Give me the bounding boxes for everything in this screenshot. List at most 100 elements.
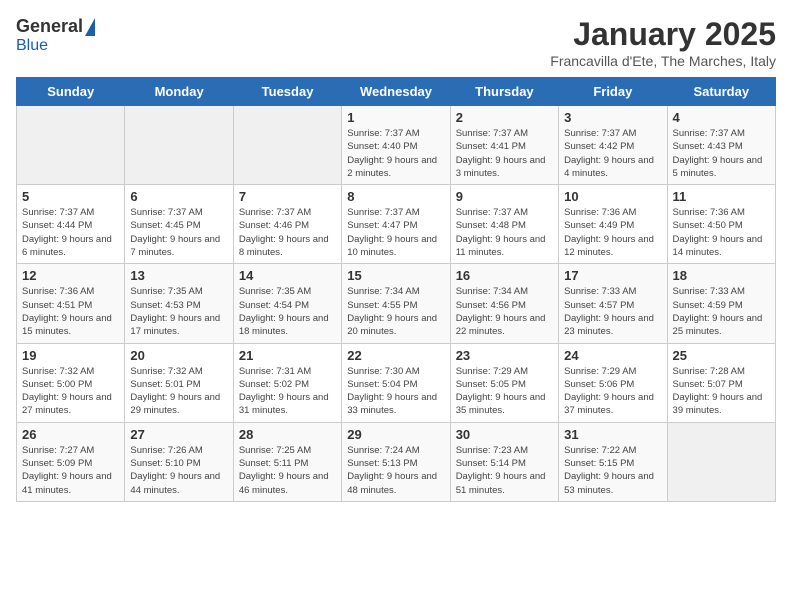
calendar-cell: 9Sunrise: 7:37 AMSunset: 4:48 PMDaylight…	[450, 185, 558, 264]
day-info: Sunrise: 7:24 AMSunset: 5:13 PMDaylight:…	[347, 444, 444, 497]
day-info: Sunrise: 7:36 AMSunset: 4:50 PMDaylight:…	[673, 206, 770, 259]
day-number: 30	[456, 427, 553, 442]
day-info: Sunrise: 7:37 AMSunset: 4:45 PMDaylight:…	[130, 206, 227, 259]
day-number: 12	[22, 268, 119, 283]
logo: General Blue	[16, 16, 95, 55]
day-info: Sunrise: 7:37 AMSunset: 4:41 PMDaylight:…	[456, 127, 553, 180]
calendar-cell: 5 Sunrise: 7:37 AMSunset: 4:44 PMDaylight…	[17, 185, 125, 264]
weekday-header-row: SundayMondayTuesdayWednesdayThursdayFrid…	[17, 78, 776, 106]
day-info: Sunrise: 7:29 AMSunset: 5:05 PMDaylight:…	[456, 365, 553, 418]
day-info: Sunrise: 7:22 AMSunset: 5:15 PMDaylight:…	[564, 444, 661, 497]
calendar-cell: 11 Sunrise: 7:36 AMSunset: 4:50 PMDayligh…	[667, 185, 775, 264]
day-number: 26	[22, 427, 119, 442]
day-info: Sunrise: 7:37 AMSunset: 4:42 PMDaylight:…	[564, 127, 661, 180]
day-number: 10	[564, 189, 661, 204]
day-number: 4	[673, 110, 770, 125]
day-info: Sunrise: 7:35 AMSunset: 4:53 PMDaylight:…	[130, 285, 227, 338]
day-number: 8	[347, 189, 444, 204]
day-number: 18	[673, 268, 770, 283]
day-info: Sunrise: 7:37 AMSunset: 4:46 PMDaylight:…	[239, 206, 336, 259]
day-number: 14	[239, 268, 336, 283]
calendar-cell	[17, 106, 125, 185]
day-info: Sunrise: 7:36 AMSunset: 4:49 PMDaylight:…	[564, 206, 661, 259]
day-number: 17	[564, 268, 661, 283]
calendar-cell: 4 Sunrise: 7:37 AMSunset: 4:43 PMDaylight…	[667, 106, 775, 185]
calendar-cell: 1 Sunrise: 7:37 AMSunset: 4:40 PMDaylight…	[342, 106, 450, 185]
day-number: 11	[673, 189, 770, 204]
day-number: 13	[130, 268, 227, 283]
day-number: 20	[130, 348, 227, 363]
calendar-cell: 7 Sunrise: 7:37 AMSunset: 4:46 PMDaylight…	[233, 185, 341, 264]
calendar-cell: 20 Sunrise: 7:32 AMSunset: 5:01 PMDayligh…	[125, 343, 233, 422]
day-info: Sunrise: 7:32 AMSunset: 5:01 PMDaylight:…	[130, 365, 227, 418]
calendar-cell: 18Sunrise: 7:33 AMSunset: 4:59 PMDayligh…	[667, 264, 775, 343]
calendar-cell: 6 Sunrise: 7:37 AMSunset: 4:45 PMDaylight…	[125, 185, 233, 264]
weekday-header-saturday: Saturday	[667, 78, 775, 106]
calendar-cell: 25Sunrise: 7:28 AMSunset: 5:07 PMDayligh…	[667, 343, 775, 422]
weekday-header-wednesday: Wednesday	[342, 78, 450, 106]
day-info: Sunrise: 7:35 AMSunset: 4:54 PMDaylight:…	[239, 285, 336, 338]
day-info: Sunrise: 7:27 AMSunset: 5:09 PMDaylight:…	[22, 444, 119, 497]
calendar-cell: 16 Sunrise: 7:34 AMSunset: 4:56 PMDayligh…	[450, 264, 558, 343]
day-info: Sunrise: 7:34 AMSunset: 4:56 PMDaylight:…	[456, 285, 553, 338]
day-number: 29	[347, 427, 444, 442]
day-info: Sunrise: 7:30 AMSunset: 5:04 PMDaylight:…	[347, 365, 444, 418]
day-info: Sunrise: 7:31 AMSunset: 5:02 PMDaylight:…	[239, 365, 336, 418]
day-number: 31	[564, 427, 661, 442]
day-info: Sunrise: 7:28 AMSunset: 5:07 PMDaylight:…	[673, 365, 770, 418]
calendar-cell: 8 Sunrise: 7:37 AMSunset: 4:47 PMDaylight…	[342, 185, 450, 264]
day-number: 24	[564, 348, 661, 363]
calendar-cell	[667, 422, 775, 501]
day-number: 21	[239, 348, 336, 363]
calendar-cell: 10 Sunrise: 7:36 AMSunset: 4:49 PMDayligh…	[559, 185, 667, 264]
calendar-cell: 27 Sunrise: 7:26 AMSunset: 5:10 PMDayligh…	[125, 422, 233, 501]
day-number: 1	[347, 110, 444, 125]
day-info: Sunrise: 7:37 AMSunset: 4:48 PMDaylight:…	[456, 206, 553, 259]
day-info: Sunrise: 7:26 AMSunset: 5:10 PMDaylight:…	[130, 444, 227, 497]
weekday-header-monday: Monday	[125, 78, 233, 106]
day-number: 3	[564, 110, 661, 125]
day-number: 22	[347, 348, 444, 363]
weekday-header-friday: Friday	[559, 78, 667, 106]
day-info: Sunrise: 7:34 AMSunset: 4:55 PMDaylight:…	[347, 285, 444, 338]
calendar-cell: 17 Sunrise: 7:33 AMSunset: 4:57 PMDayligh…	[559, 264, 667, 343]
calendar-cell: 31 Sunrise: 7:22 AMSunset: 5:15 PMDayligh…	[559, 422, 667, 501]
day-info: Sunrise: 7:36 AMSunset: 4:51 PMDaylight:…	[22, 285, 119, 338]
day-info: Sunrise: 7:37 AMSunset: 4:40 PMDaylight:…	[347, 127, 444, 180]
day-info: Sunrise: 7:37 AMSunset: 4:47 PMDaylight:…	[347, 206, 444, 259]
day-number: 23	[456, 348, 553, 363]
day-number: 15	[347, 268, 444, 283]
day-info: Sunrise: 7:37 AMSunset: 4:43 PMDaylight:…	[673, 127, 770, 180]
calendar-week-row: 5 Sunrise: 7:37 AMSunset: 4:44 PMDaylight…	[17, 185, 776, 264]
calendar-cell: 19 Sunrise: 7:32 AMSunset: 5:00 PMDayligh…	[17, 343, 125, 422]
day-info: Sunrise: 7:37 AMSunset: 4:44 PMDaylight:…	[22, 206, 119, 259]
day-info: Sunrise: 7:23 AMSunset: 5:14 PMDaylight:…	[456, 444, 553, 497]
calendar-cell: 29 Sunrise: 7:24 AMSunset: 5:13 PMDayligh…	[342, 422, 450, 501]
calendar-cell: 26 Sunrise: 7:27 AMSunset: 5:09 PMDayligh…	[17, 422, 125, 501]
day-number: 2	[456, 110, 553, 125]
calendar-cell: 23 Sunrise: 7:29 AMSunset: 5:05 PMDayligh…	[450, 343, 558, 422]
day-number: 28	[239, 427, 336, 442]
day-info: Sunrise: 7:32 AMSunset: 5:00 PMDaylight:…	[22, 365, 119, 418]
title-area: January 2025 Francavilla d'Ete, The Marc…	[550, 16, 776, 69]
calendar-cell: 2 Sunrise: 7:37 AMSunset: 4:41 PMDaylight…	[450, 106, 558, 185]
day-number: 6	[130, 189, 227, 204]
logo-triangle-icon	[85, 18, 95, 36]
weekday-header-thursday: Thursday	[450, 78, 558, 106]
day-number: 16	[456, 268, 553, 283]
day-info: Sunrise: 7:29 AMSunset: 5:06 PMDaylight:…	[564, 365, 661, 418]
day-info: Sunrise: 7:25 AMSunset: 5:11 PMDaylight:…	[239, 444, 336, 497]
calendar-cell: 21 Sunrise: 7:31 AMSunset: 5:02 PMDayligh…	[233, 343, 341, 422]
weekday-header-tuesday: Tuesday	[233, 78, 341, 106]
calendar-week-row: 1 Sunrise: 7:37 AMSunset: 4:40 PMDaylight…	[17, 106, 776, 185]
calendar-week-row: 26 Sunrise: 7:27 AMSunset: 5:09 PMDayligh…	[17, 422, 776, 501]
day-number: 27	[130, 427, 227, 442]
day-number: 19	[22, 348, 119, 363]
day-number: 5	[22, 189, 119, 204]
calendar-cell: 22 Sunrise: 7:30 AMSunset: 5:04 PMDayligh…	[342, 343, 450, 422]
calendar-cell: 3 Sunrise: 7:37 AMSunset: 4:42 PMDaylight…	[559, 106, 667, 185]
logo-general-text: General	[16, 16, 83, 37]
day-number: 7	[239, 189, 336, 204]
day-info: Sunrise: 7:33 AMSunset: 4:57 PMDaylight:…	[564, 285, 661, 338]
calendar-cell: 13 Sunrise: 7:35 AMSunset: 4:53 PMDayligh…	[125, 264, 233, 343]
